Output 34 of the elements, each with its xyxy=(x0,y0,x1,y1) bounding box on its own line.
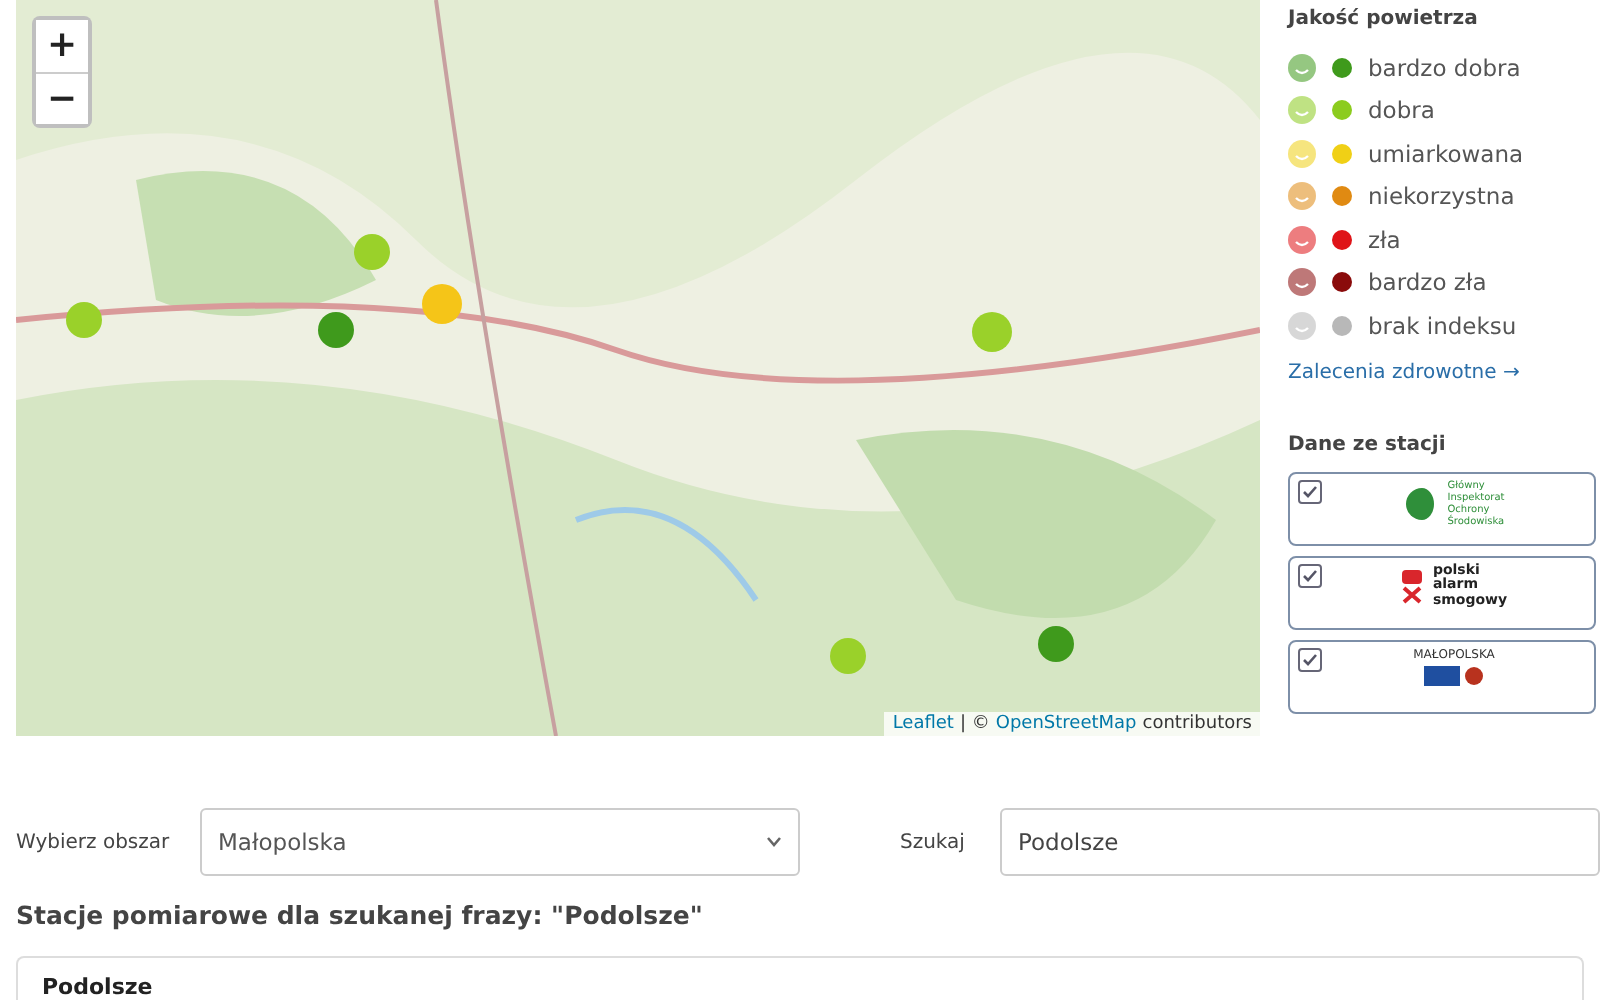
legend-label: zła xyxy=(1368,225,1401,254)
face-icon xyxy=(1288,311,1316,340)
face-icon xyxy=(1288,225,1316,254)
area-label: Wybierz obszar xyxy=(16,831,172,853)
search-field[interactable]: Podolsze xyxy=(1000,808,1600,876)
station-name[interactable]: Podolsze xyxy=(42,974,153,1000)
legend-title: Jakość powietrza xyxy=(1288,8,1480,30)
caret-icon xyxy=(766,836,782,848)
mask-logo-icon xyxy=(1400,567,1425,604)
checkbox[interactable] xyxy=(1298,479,1322,503)
checkbox[interactable] xyxy=(1298,647,1322,671)
face-icon xyxy=(1288,53,1316,82)
face-icon xyxy=(1288,268,1316,297)
legend-label: bardzo zła xyxy=(1368,268,1487,297)
legend-label: brak indeksu xyxy=(1368,311,1517,340)
face-icon xyxy=(1288,96,1316,125)
health-advice-link[interactable]: Zalecenia zdrowotne → xyxy=(1288,361,1520,383)
legend-label: umiarkowana xyxy=(1368,139,1524,168)
zoom-out-button[interactable]: − xyxy=(36,72,88,124)
results-heading: Stacje pomiarowe dla szukanej frazy: "Podolsze" xyxy=(16,900,705,930)
legend-label: bardzo dobra xyxy=(1368,53,1521,82)
search-label: Szukaj xyxy=(900,831,967,853)
openstreetmap-link[interactable]: OpenStreetMap xyxy=(995,714,1137,734)
attribution-separator: | © xyxy=(959,714,990,734)
legend-label: niekorzystna xyxy=(1368,182,1515,211)
section-title: Dane ze stacji xyxy=(1288,433,1448,455)
flag-emblem-icon xyxy=(1424,665,1484,685)
face-icon xyxy=(1288,139,1316,168)
face-icon xyxy=(1288,182,1316,211)
attribution-text: contributors xyxy=(1142,714,1252,734)
area-select[interactable]: Małopolska xyxy=(200,808,800,876)
checkbox[interactable] xyxy=(1298,563,1322,587)
legend-label: dobra xyxy=(1368,96,1435,125)
leaflet-link[interactable]: Leaflet xyxy=(892,714,954,734)
